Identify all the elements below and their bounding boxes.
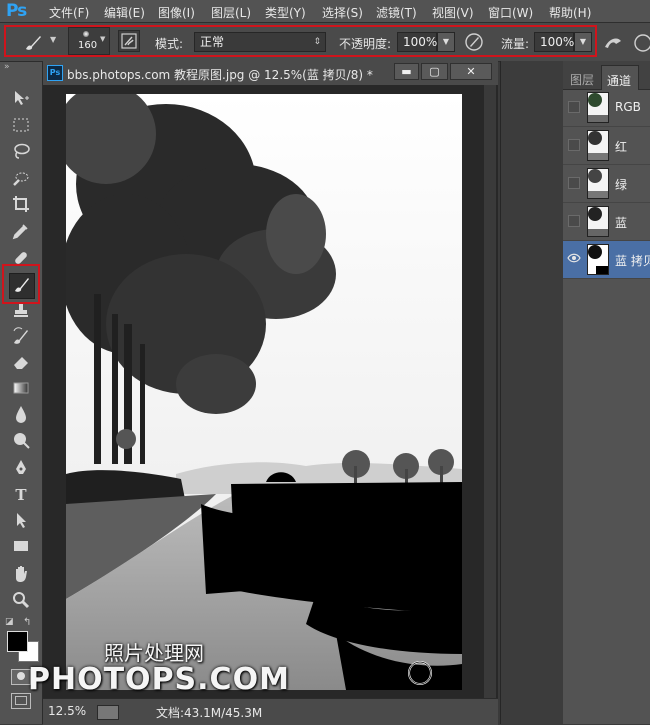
- dodge-tool-icon[interactable]: [10, 430, 32, 452]
- channel-thumbnail: [587, 168, 609, 199]
- tablet-pressure-size-icon[interactable]: [632, 32, 650, 54]
- channel-name: 红: [615, 140, 628, 154]
- channel-thumbnail: [587, 244, 609, 275]
- path-selection-tool-icon[interactable]: [10, 510, 32, 532]
- menu-bar: Ps 文件(F) 编辑(E) 图像(I) 图层(L) 类型(Y) 选择(S) 滤…: [0, 0, 650, 23]
- history-brush-tool-icon[interactable]: [10, 326, 32, 348]
- marquee-tool-icon[interactable]: [10, 115, 32, 137]
- channel-name: 蓝 拷贝: [615, 254, 650, 268]
- tab-layers[interactable]: 图层: [570, 71, 594, 88]
- menu-file[interactable]: 文件(F): [49, 4, 89, 21]
- menu-image[interactable]: 图像(I): [158, 4, 195, 21]
- options-highlight-box: [4, 25, 597, 57]
- foreground-color-swatch[interactable]: [7, 631, 28, 652]
- minimize-button[interactable]: ▬: [394, 63, 419, 80]
- eyedropper-tool-icon[interactable]: [10, 221, 32, 243]
- document-title: bbs.photops.com 教程原图.jpg @ 12.5%(蓝 拷贝/8)…: [67, 68, 373, 82]
- default-colors-icon[interactable]: ◪: [5, 617, 14, 627]
- document-canvas-image[interactable]: [66, 94, 462, 690]
- zoom-level[interactable]: 12.5%: [48, 704, 86, 718]
- document-ps-icon: Ps: [47, 65, 63, 81]
- zoom-tool-icon[interactable]: [10, 590, 32, 612]
- channel-row-red[interactable]: 红: [563, 127, 650, 165]
- blur-tool-icon[interactable]: [10, 404, 32, 426]
- channel-name: 蓝: [615, 216, 628, 230]
- channel-row-blue[interactable]: 蓝: [563, 203, 650, 241]
- channel-row-blue-copy[interactable]: 蓝 拷贝: [563, 241, 650, 279]
- visibility-toggle[interactable]: [568, 177, 580, 189]
- menu-help[interactable]: 帮助(H): [549, 4, 591, 21]
- menu-select[interactable]: 选择(S): [322, 4, 363, 21]
- channel-name: 绿: [615, 178, 628, 192]
- channel-thumbnail: [587, 92, 609, 123]
- watermark-logo: PHOTOPS.COM: [28, 662, 290, 697]
- swap-colors-icon[interactable]: ↰: [23, 617, 31, 628]
- channel-name: RGB: [615, 100, 641, 114]
- tab-channels-label: 通道: [607, 74, 632, 88]
- gradient-tool-icon[interactable]: [10, 378, 32, 400]
- status-info-icon[interactable]: [97, 705, 119, 720]
- menu-layer[interactable]: 图层(L): [211, 4, 251, 21]
- airbrush-icon[interactable]: [602, 32, 624, 54]
- quick-selection-tool-icon[interactable]: [10, 168, 32, 190]
- visibility-toggle[interactable]: [568, 215, 580, 227]
- brush-tool-highlight-box: [2, 264, 40, 304]
- eye-icon[interactable]: [567, 252, 581, 267]
- menu-edit[interactable]: 编辑(E): [104, 4, 145, 21]
- panel-tabs: 图层 通道: [563, 61, 650, 90]
- pen-tool-icon[interactable]: [10, 458, 32, 480]
- vertical-scrollbar[interactable]: [484, 85, 496, 698]
- maximize-button[interactable]: ▢: [421, 63, 448, 80]
- channel-thumbnail: [587, 130, 609, 161]
- document-status-bar: 12.5% 文档:43.1M/45.3M: [43, 698, 498, 725]
- menu-filter[interactable]: 滤镜(T): [376, 4, 417, 21]
- channel-thumbnail: [587, 206, 609, 237]
- rectangle-tool-icon[interactable]: [10, 536, 32, 558]
- photoshop-logo: Ps: [6, 1, 27, 21]
- menu-type[interactable]: 类型(Y): [265, 4, 306, 21]
- document-size: 文档:43.1M/45.3M: [156, 706, 263, 720]
- menu-view[interactable]: 视图(V): [432, 4, 474, 21]
- type-tool-icon[interactable]: T: [10, 484, 32, 506]
- eraser-tool-icon[interactable]: [10, 352, 32, 374]
- collapse-arrows-icon[interactable]: »: [4, 62, 10, 72]
- close-button[interactable]: ✕: [450, 63, 492, 80]
- panel-dock-strip: [500, 61, 564, 724]
- channel-row-green[interactable]: 绿: [563, 165, 650, 203]
- tools-panel: » T ◪ ↰: [0, 62, 43, 724]
- lasso-tool-icon[interactable]: [10, 141, 32, 163]
- tab-channels[interactable]: 通道: [601, 65, 639, 90]
- channel-row-rgb[interactable]: RGB: [563, 89, 650, 127]
- visibility-toggle[interactable]: [568, 139, 580, 151]
- menu-window[interactable]: 窗口(W): [488, 4, 533, 21]
- move-tool-icon[interactable]: [10, 88, 32, 110]
- hand-tool-icon[interactable]: [10, 564, 32, 586]
- crop-tool-icon[interactable]: [10, 194, 32, 216]
- visibility-toggle[interactable]: [568, 101, 580, 113]
